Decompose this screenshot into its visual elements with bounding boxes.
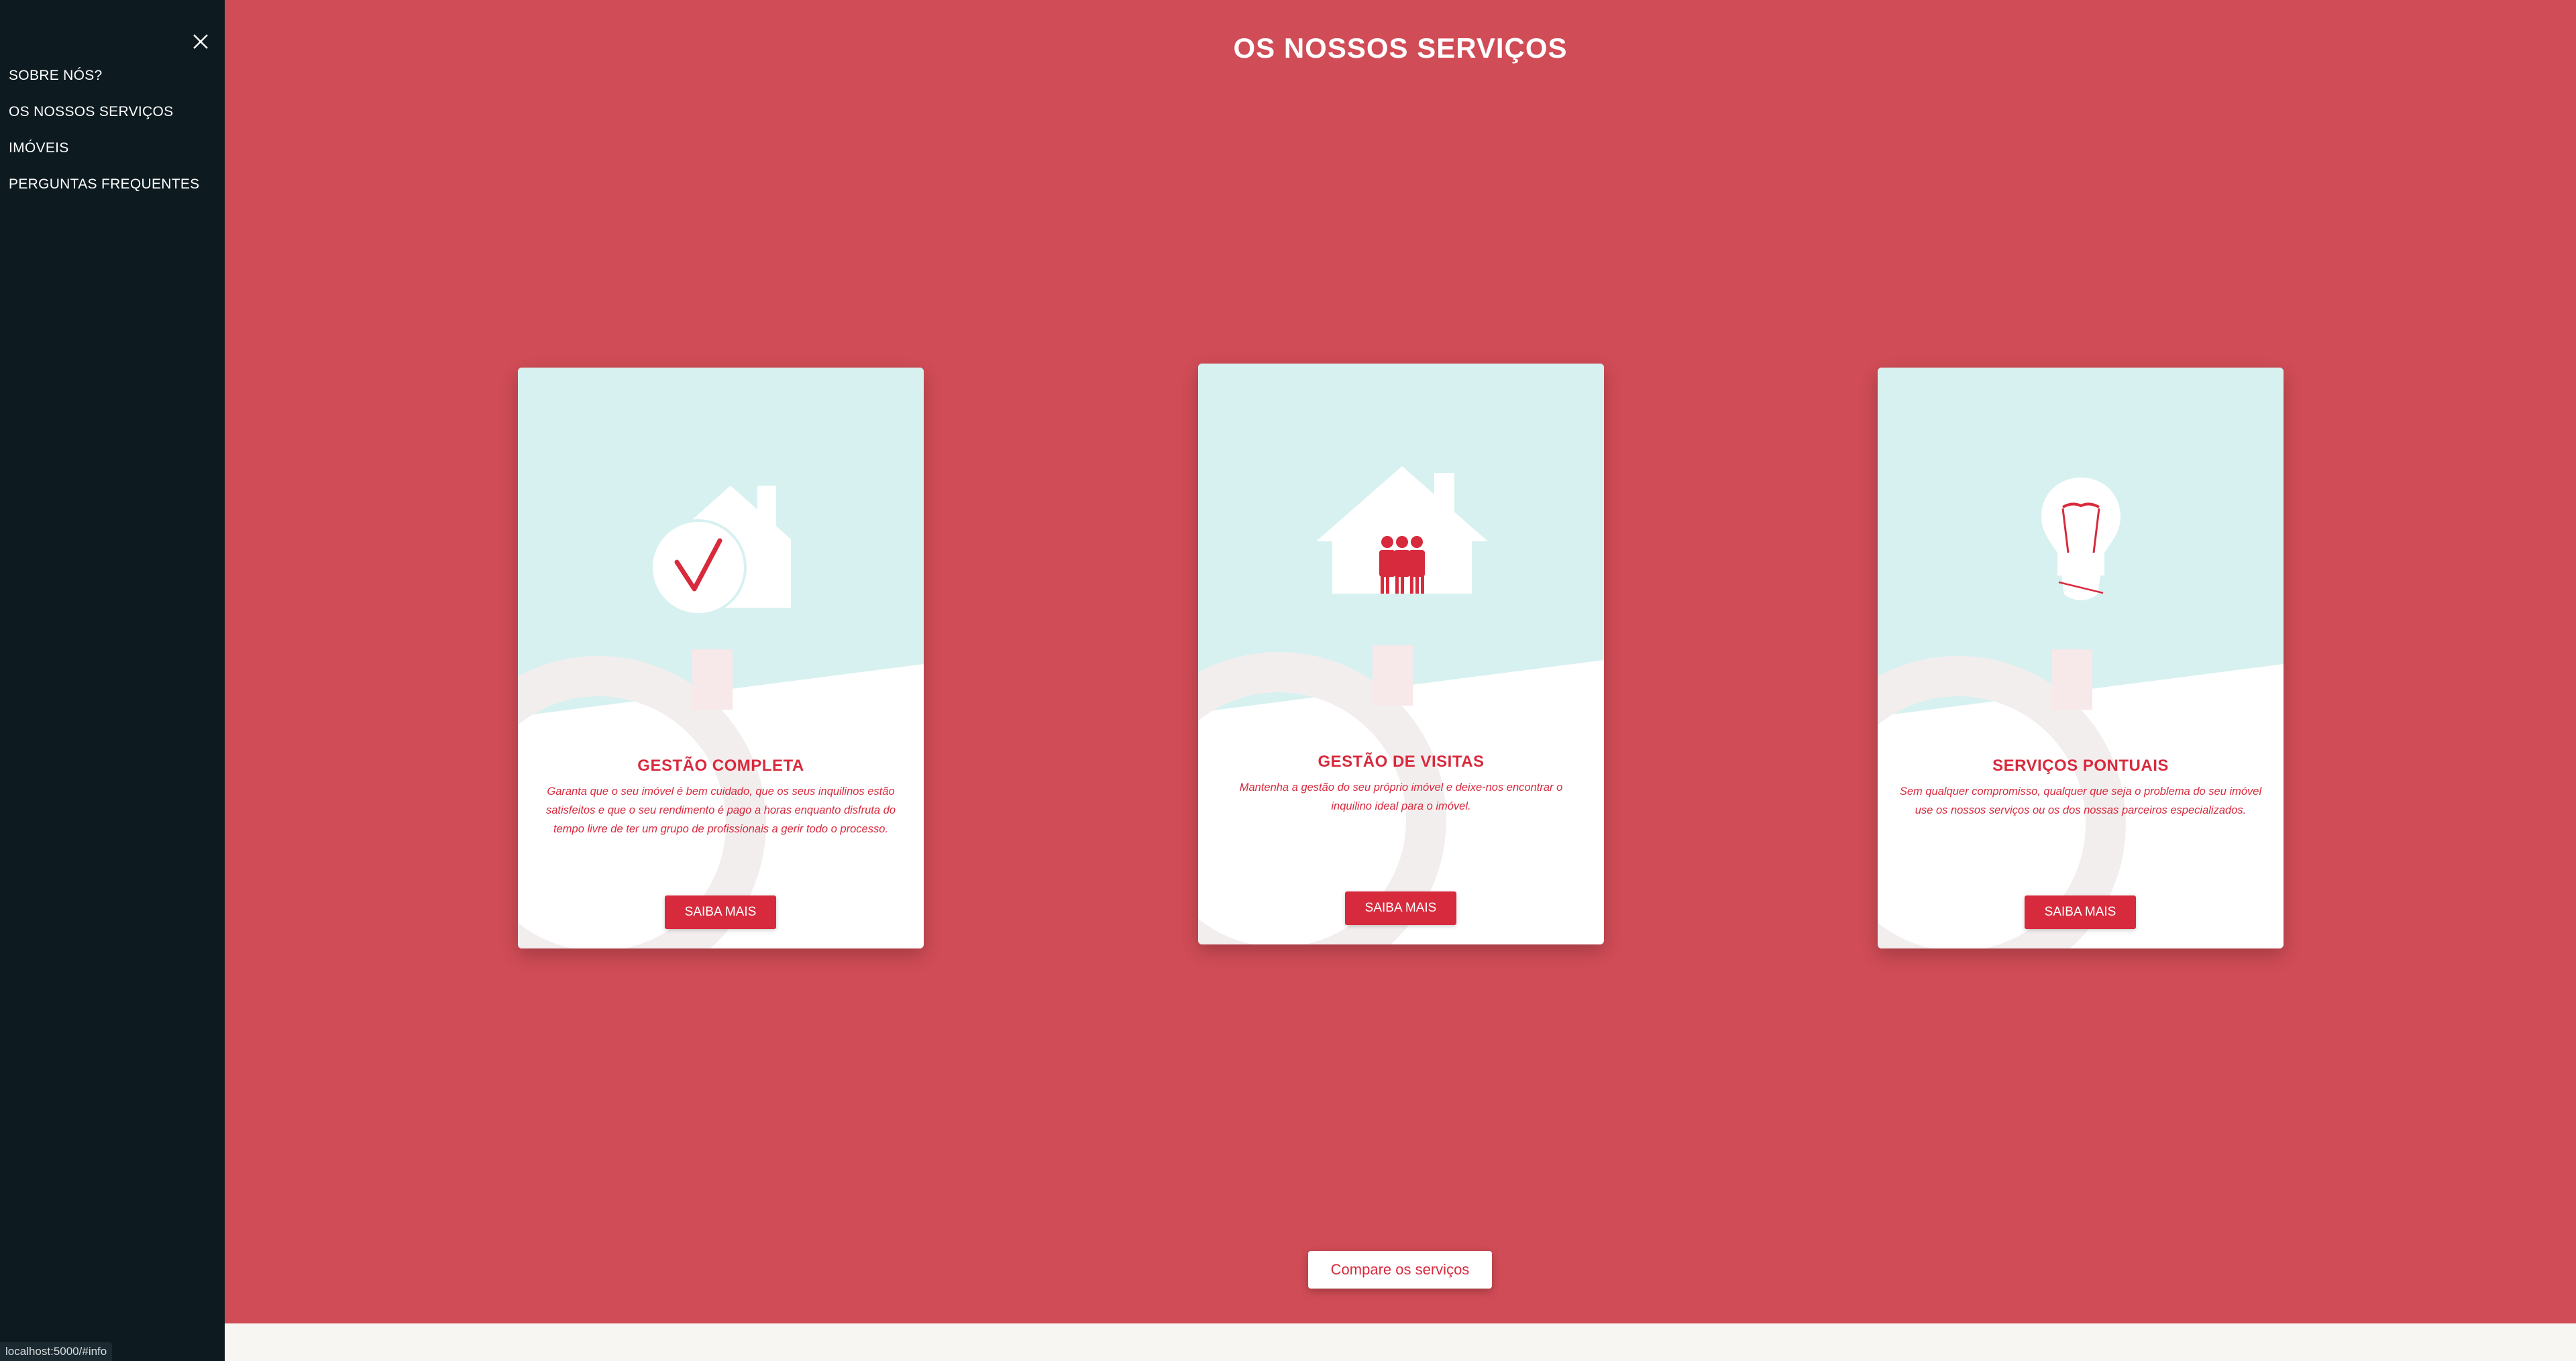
services-section: OS NOSSOS SERVIÇOS GESTÃO COMPLETA Garan… <box>225 0 2576 1361</box>
service-card-gestao-completa: GESTÃO COMPLETA Garanta que o seu imóvel… <box>518 368 924 948</box>
close-icon[interactable] <box>190 31 211 52</box>
sidebar-menu: SOBRE NÓS? OS NOSSOS SERVIÇOS IMÓVEIS PE… <box>0 0 225 1361</box>
card-title: SERVIÇOS PONTUAIS <box>1992 757 2169 775</box>
lightbulb-icon <box>2041 478 2121 600</box>
house-check-icon <box>650 486 791 614</box>
card-title: GESTÃO COMPLETA <box>637 757 804 775</box>
footer-strip <box>225 1323 2576 1361</box>
sidebar-nav-list: SOBRE NÓS? OS NOSSOS SERVIÇOS IMÓVEIS PE… <box>9 66 199 211</box>
saiba-mais-button[interactable]: SAIBA MAIS <box>2025 895 2136 929</box>
sidebar-item-perguntas-frequentes[interactable]: PERGUNTAS FREQUENTES <box>9 174 199 211</box>
status-bar-url: localhost:5000/#info <box>0 1342 113 1361</box>
sidebar-item-servicos[interactable]: OS NOSSOS SERVIÇOS <box>9 102 199 138</box>
service-card-gestao-visitas: GESTÃO DE VISITAS Mantenha a gestão do s… <box>1198 364 1604 944</box>
saiba-mais-button[interactable]: SAIBA MAIS <box>1345 891 1456 925</box>
sidebar-item-sobre-nos[interactable]: SOBRE NÓS? <box>9 66 199 102</box>
house-people-icon <box>1316 466 1488 594</box>
compare-services-button[interactable]: Compare os serviços <box>1308 1251 1492 1289</box>
sidebar-item-imoveis[interactable]: IMÓVEIS <box>9 138 199 174</box>
card-description: Mantenha a gestão do seu próprio imóvel … <box>1239 781 1563 812</box>
card-title: GESTÃO DE VISITAS <box>1318 753 1485 771</box>
card-description: Garanta que o seu imóvel é bem cuidado, … <box>545 785 896 835</box>
saiba-mais-button[interactable]: SAIBA MAIS <box>665 895 776 929</box>
card-description: Sem qualquer compromisso, qualquer que s… <box>1899 785 2262 816</box>
service-card-servicos-pontuais: SERVIÇOS PONTUAIS Sem qualquer compromis… <box>1878 368 2284 948</box>
page-title: OS NOSSOS SERVIÇOS <box>1233 32 1568 64</box>
